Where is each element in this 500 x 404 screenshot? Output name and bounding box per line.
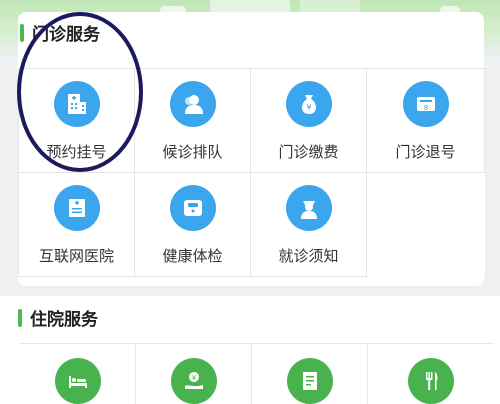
money-bag-icon: ¥ (285, 81, 332, 127)
inpatient-section-title: 住院服务 (18, 305, 98, 330)
outpatient-item-notice[interactable]: 就诊须知 (251, 173, 367, 277)
inpatient-title-text: 住院服务 (30, 310, 98, 330)
hospital-bed-icon (54, 358, 101, 404)
online-hospital-icon (53, 185, 100, 231)
queue-person-icon (169, 81, 216, 127)
doctor-notice-icon (285, 185, 332, 231)
hospital-building-icon (53, 81, 100, 127)
outpatient-item-internet-hospital[interactable]: 互联网医院 (19, 173, 135, 277)
inpatient-item-4[interactable] (368, 344, 494, 404)
cell-label: 预约挂号 (46, 143, 107, 161)
meal-fork-knife-icon (408, 358, 454, 404)
outpatient-item-checkup[interactable]: 健康体检 (135, 173, 251, 277)
outpatient-item-refund[interactable]: 8 门诊退号 (367, 69, 485, 173)
outpatient-grid: 预约挂号 候诊排队 ¥ 门诊缴费 8 门诊退号 互联网医院 健康体检 就诊须知 (18, 68, 485, 277)
outpatient-item-appointment[interactable]: 预约挂号 (19, 69, 135, 173)
cell-label: 门诊退号 (395, 143, 456, 161)
cell-label: 候诊排队 (162, 143, 223, 161)
cell-label: 健康体检 (162, 247, 223, 265)
cell-label: 就诊须知 (278, 247, 339, 265)
outpatient-item-payment[interactable]: ¥ 门诊缴费 (251, 69, 367, 173)
svg-text:¥: ¥ (306, 103, 311, 112)
svg-text:¥: ¥ (191, 374, 196, 382)
bill-list-icon (286, 358, 333, 404)
cell-label: 门诊缴费 (278, 143, 339, 161)
svg-text:8: 8 (423, 104, 427, 112)
outpatient-title-text: 门诊服务 (32, 25, 100, 45)
inpatient-item-2[interactable]: ¥ (136, 344, 252, 404)
empty-cell (367, 173, 485, 277)
weight-scale-icon (169, 185, 216, 231)
deposit-hand-icon: ¥ (170, 358, 217, 404)
section-accent-bar (18, 308, 22, 327)
cell-label: 互联网医院 (38, 247, 114, 265)
ticket-refund-icon: 8 (402, 81, 449, 127)
inpatient-item-3[interactable] (252, 344, 368, 404)
outpatient-section-title: 门诊服务 (20, 20, 100, 45)
outpatient-item-queue[interactable]: 候诊排队 (135, 69, 251, 173)
section-accent-bar (20, 23, 24, 42)
inpatient-grid: ¥ (20, 343, 494, 404)
inpatient-item-1[interactable] (20, 344, 136, 404)
